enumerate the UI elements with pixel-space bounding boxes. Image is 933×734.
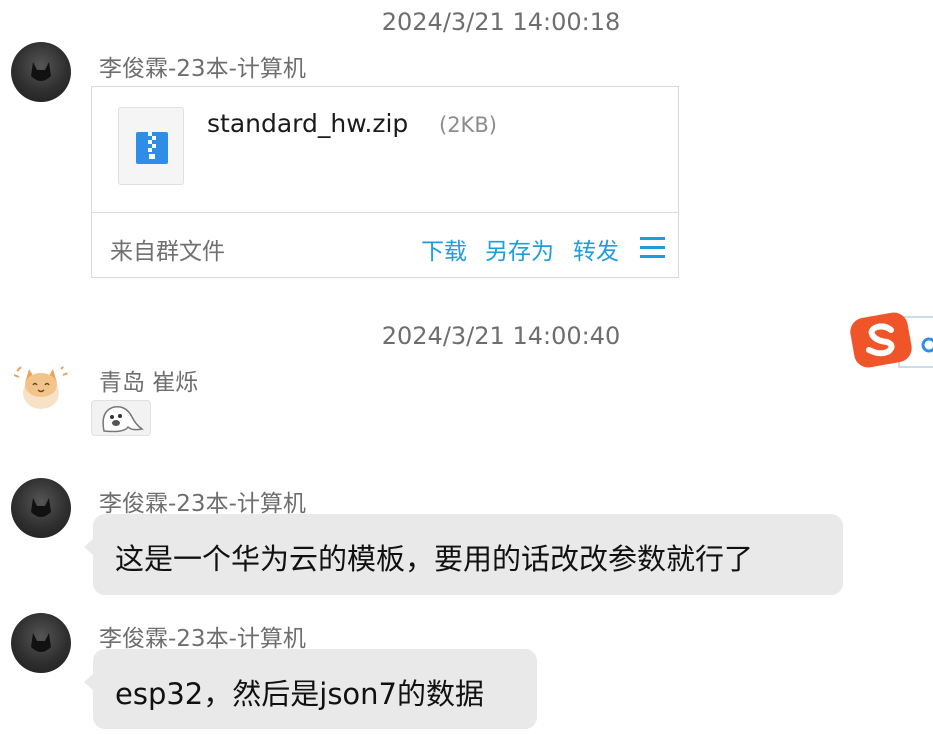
download-link[interactable]: 下载 (421, 232, 467, 266)
sender-avatar[interactable] (11, 478, 71, 538)
sender-avatar[interactable] (11, 357, 71, 417)
message-text: esp32，然后是json7的数据 (115, 677, 484, 711)
sender-name: 李俊霖-23本-计算机 (99, 56, 306, 82)
save-as-link[interactable]: 另存为 (485, 232, 554, 266)
cat-silhouette-icon (31, 633, 51, 652)
zip-file-icon (118, 107, 184, 185)
sender-avatar[interactable] (11, 613, 71, 673)
sender-avatar[interactable] (11, 42, 71, 102)
sender-name: 青岛 崔烁 (99, 370, 199, 396)
hamburger-menu-icon[interactable] (640, 237, 665, 258)
sender-name: 李俊霖-23本-计算机 (99, 626, 306, 652)
forward-link[interactable]: 转发 (573, 232, 619, 266)
message-bubble[interactable]: 这是一个华为云的模板，要用的话改改参数就行了 (84, 514, 843, 595)
file-name[interactable]: standard_hw.zip (207, 109, 408, 138)
cat-silhouette-icon (31, 498, 51, 517)
file-source-label: 来自群文件 (110, 239, 225, 265)
message-timestamp: 2024/3/21 14:00:40 (381, 322, 621, 350)
message-bubble[interactable]: esp32，然后是json7的数据 (84, 649, 537, 729)
file-size: (2KB) (439, 113, 497, 137)
message-timestamp: 2024/3/21 14:00:18 (381, 8, 621, 36)
message-text: 这是一个华为云的模板，要用的话改改参数就行了 (115, 542, 754, 576)
sender-name: 李俊霖-23本-计算机 (99, 491, 306, 517)
cat-silhouette-icon (31, 62, 51, 81)
card-divider (92, 212, 678, 213)
ghost-sticker[interactable] (91, 400, 151, 436)
cartoon-cat-icon (13, 364, 69, 409)
sogou-ime-icon[interactable] (849, 311, 933, 369)
file-message-card[interactable]: standard_hw.zip (2KB) 来自群文件 下载 另存为 转发 (91, 86, 679, 278)
